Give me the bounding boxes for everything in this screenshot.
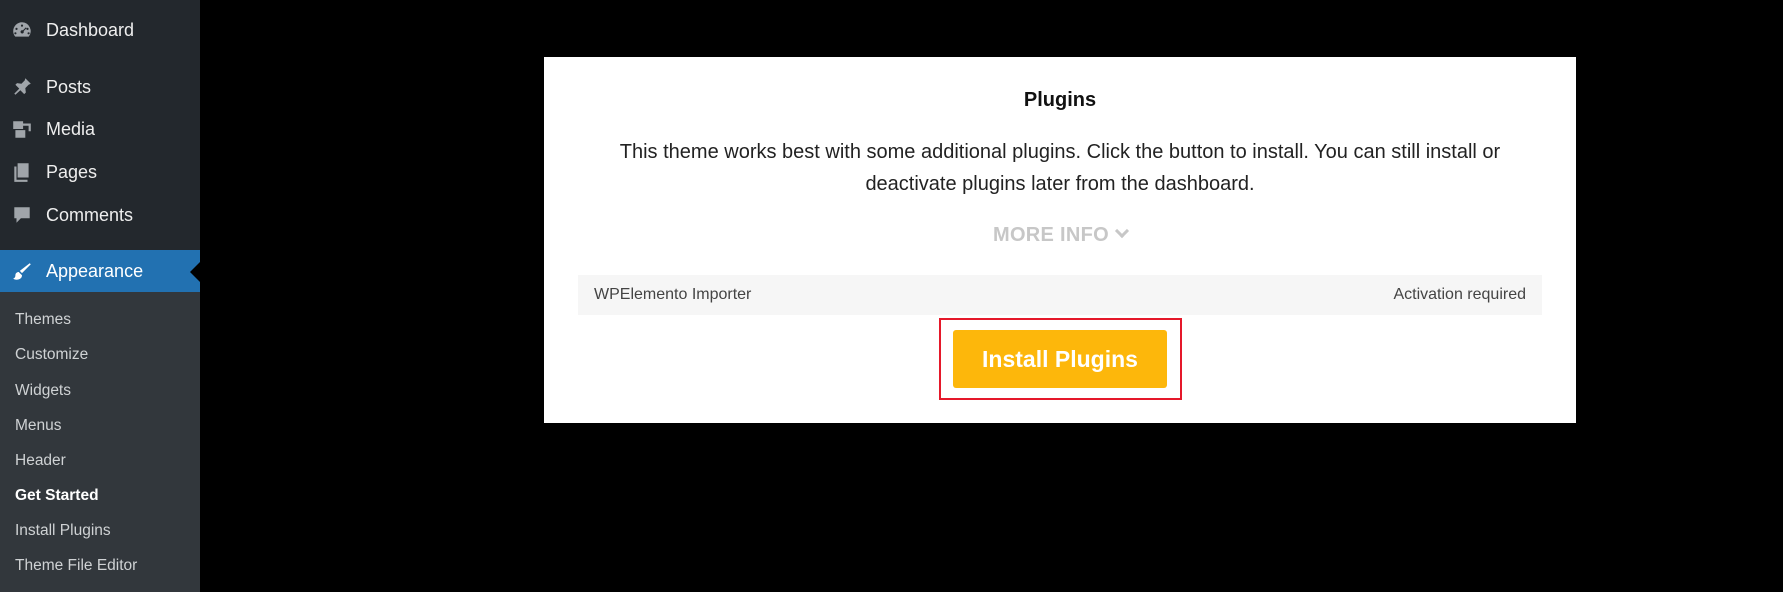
pin-icon — [11, 76, 33, 98]
submenu-item-customize[interactable]: Customize — [15, 337, 88, 372]
sidebar-item-comments[interactable]: Comments — [0, 194, 200, 236]
panel-description: This theme works best with some addition… — [619, 141, 1501, 195]
sidebar-item-label: Pages — [46, 161, 98, 182]
install-plugins-button[interactable]: Install Plugins — [953, 330, 1167, 388]
sidebar-item-label: Dashboard — [46, 19, 135, 40]
submenu-item-install-plugins[interactable]: Install Plugins — [15, 513, 111, 548]
sidebar-item-dashboard[interactable]: Dashboard — [0, 9, 200, 51]
plugin-name: WPElemento Importer — [594, 286, 752, 303]
sidebar-item-appearance[interactable]: Appearance — [0, 250, 200, 293]
more-info-label: MORE INFO — [992, 224, 1110, 246]
submenu-item-theme-file-editor[interactable]: Theme File Editor — [15, 548, 137, 583]
submenu-item-header[interactable]: Header — [15, 443, 66, 478]
sidebar-item-label: Comments — [46, 204, 134, 225]
chevron-down-icon — [1114, 223, 1130, 239]
plugins-panel: Plugins This theme works best with some … — [544, 57, 1576, 423]
submenu-item-get-started[interactable]: Get Started — [15, 478, 99, 513]
sidebar-item-posts[interactable]: Posts — [0, 66, 200, 108]
submenu-item-menus[interactable]: Menus — [15, 408, 62, 443]
admin-sidebar: Dashboard Posts Media Pages Comments App… — [0, 0, 200, 592]
sidebar-item-label: Appearance — [46, 261, 144, 281]
dashboard-icon — [11, 19, 33, 41]
sidebar-item-media[interactable]: Media — [0, 108, 200, 150]
plugin-status: Activation required — [1393, 286, 1526, 303]
appearance-submenu: Themes Customize Widgets Menus Header Ge… — [0, 292, 200, 592]
brush-icon — [11, 261, 33, 283]
submenu-item-themes[interactable]: Themes — [15, 302, 71, 337]
comment-icon — [11, 204, 33, 226]
pages-icon — [11, 161, 33, 183]
more-info-toggle[interactable]: MORE INFO — [544, 223, 1576, 247]
submenu-item-widgets[interactable]: Widgets — [15, 373, 71, 408]
current-menu-arrow — [190, 261, 200, 282]
media-icon — [11, 118, 33, 140]
panel-title: Plugins — [1023, 89, 1097, 111]
sidebar-item-pages[interactable]: Pages — [0, 151, 200, 193]
sidebar-item-label: Posts — [46, 76, 92, 97]
plugin-row: WPElemento Importer Activation required — [578, 275, 1542, 315]
sidebar-item-label: Media — [46, 118, 96, 139]
